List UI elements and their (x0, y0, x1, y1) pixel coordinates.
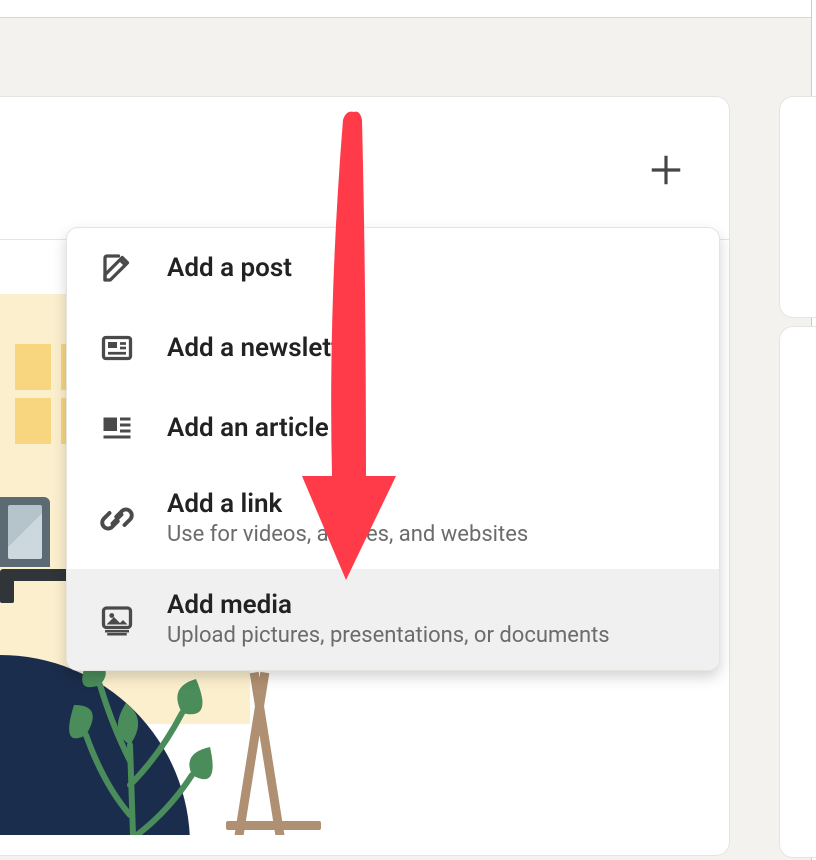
link-icon (97, 499, 137, 539)
sidebar-card-fragment-bottom (779, 326, 816, 858)
add-link-menu-item[interactable]: Add a link Use for videos, articles, and… (67, 468, 719, 569)
featured-section-header (0, 97, 729, 240)
article-icon (97, 408, 137, 448)
menu-item-title: Add a link (167, 488, 528, 521)
menu-item-title: Add media (167, 589, 610, 622)
newsletter-icon (97, 328, 137, 368)
add-content-menu: Add a post Add a newsletter Add an artic… (66, 227, 720, 671)
add-article-menu-item[interactable]: Add an article (67, 388, 719, 468)
add-post-menu-item[interactable]: Add a post (67, 228, 719, 308)
menu-item-title: Add a post (167, 252, 292, 285)
add-newsletter-menu-item[interactable]: Add a newsletter (67, 308, 719, 388)
add-media-menu-item[interactable]: Add media Upload pictures, presentations… (67, 569, 719, 670)
menu-item-title: Add a newsletter (167, 332, 363, 365)
compose-icon (97, 248, 137, 288)
menu-item-title: Add an article (167, 412, 329, 445)
app-header-fragment (0, 0, 816, 18)
menu-item-subtitle: Upload pictures, presentations, or docum… (167, 622, 610, 651)
menu-item-subtitle: Use for videos, articles, and websites (167, 521, 528, 550)
plus-icon (647, 151, 685, 189)
media-icon (97, 600, 137, 640)
add-featured-button[interactable] (647, 151, 685, 189)
sidebar-card-fragment-top (779, 96, 816, 318)
